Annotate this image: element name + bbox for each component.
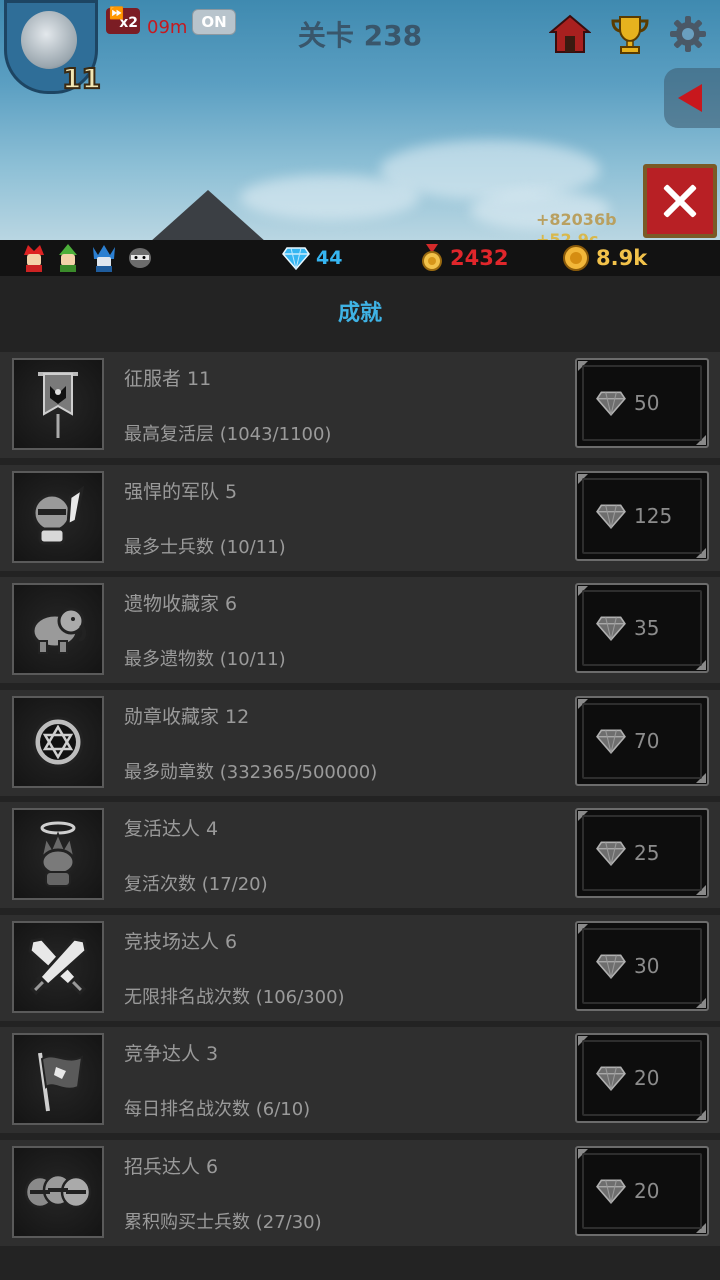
achievement-name: 复活达人 4 <box>124 818 219 840</box>
achievement-progress: 最多士兵数 (10/11) <box>124 536 286 558</box>
stage-title: 关卡 238 <box>297 19 423 52</box>
arrow-left-icon <box>678 84 702 112</box>
trophy-icon[interactable] <box>608 12 652 56</box>
diamond-icon <box>596 391 626 416</box>
achievement-name: 竞技场达人 6 <box>124 930 238 953</box>
diamond-icon <box>596 1178 626 1204</box>
hexagram-medal-icon <box>12 695 104 788</box>
hero-level: 11 <box>61 61 102 96</box>
red-hair-soldier-icon[interactable] <box>20 243 48 273</box>
achievement-progress: 每日排名战次数 (6/10) <box>124 1099 311 1120</box>
achievement-progress: 累积购买士兵数 (27/30) <box>124 1211 322 1233</box>
reward-amount: 20 <box>634 1178 660 1203</box>
mountain <box>150 190 266 240</box>
panel-title: 成就 <box>0 276 720 352</box>
hero-helmet-icon <box>21 11 77 69</box>
banner-icon <box>12 358 104 450</box>
close-button[interactable] <box>643 164 717 238</box>
achievement-row: 招兵达人 6 累积购买士兵数 (27/30) 20 <box>0 1139 720 1253</box>
diamond-icon <box>596 953 626 979</box>
speed-timer: 09m <box>147 17 188 38</box>
claim-reward-button[interactable]: 30 <box>575 920 709 1011</box>
soldier-icon <box>12 470 104 563</box>
reward-amount: 30 <box>634 953 660 978</box>
claim-reward-button[interactable]: 20 <box>575 1033 709 1123</box>
fast-forward-icon: ⏩ <box>109 6 124 20</box>
game-scene: 11 ⏩ x2 09m ON 关卡 238 +82036b <box>0 0 720 240</box>
side-panel-toggle[interactable] <box>664 68 720 128</box>
achievement-row: 复活达人 4 复活次数 (17/20) 25 <box>0 802 720 915</box>
resource-bar: 44 2432 8.9k <box>0 240 720 276</box>
reward-amount: 35 <box>634 616 660 640</box>
gear-icon[interactable] <box>666 12 710 56</box>
achievement-progress: 复活次数 (17/20) <box>124 874 268 895</box>
flag-icon <box>12 1033 104 1125</box>
diamond-icon <box>596 503 626 529</box>
blue-knight-icon[interactable] <box>90 243 118 273</box>
achievement-name: 勋章收藏家 12 <box>124 705 250 728</box>
achievement-row: 强悍的军队 5 最多士兵数 (10/11) 125 <box>0 464 720 578</box>
claim-reward-button[interactable]: 35 <box>575 583 709 673</box>
medal-count: 2432 <box>450 246 509 270</box>
claim-reward-button[interactable]: 50 <box>575 358 709 448</box>
gold-counter: 8.9k <box>562 244 647 272</box>
diamond-icon <box>596 1066 626 1091</box>
achievement-progress: 最多遗物数 (10/11) <box>124 649 286 670</box>
speed-toggle[interactable]: ON <box>192 9 236 35</box>
achievement-name: 遗物收藏家 6 <box>124 593 238 615</box>
claim-reward-button[interactable]: 20 <box>575 1145 709 1236</box>
claim-reward-button[interactable]: 70 <box>575 695 709 786</box>
achievement-row: 征服者 11 最高复活层 (1043/1100) 50 <box>0 352 720 465</box>
medal-counter: 2432 <box>420 244 508 272</box>
claim-reward-button[interactable]: 25 <box>575 808 709 898</box>
gold-coin-icon <box>563 245 589 271</box>
achievement-row: 遗物收藏家 6 最多遗物数 (10/11) 35 <box>0 577 720 690</box>
halo-hero-icon <box>12 808 104 900</box>
medal-icon <box>422 244 442 271</box>
diamond-icon <box>596 728 626 754</box>
achievement-progress: 无限排名战次数 (106/300) <box>124 986 345 1008</box>
achievement-list: 征服者 11 最高复活层 (1043/1100) 50 强悍的军队 5 最多士兵… <box>0 352 720 1252</box>
achievement-row: 勋章收藏家 12 最多勋章数 (332365/500000) 70 <box>0 689 720 803</box>
soldier-group-icon <box>12 1145 104 1238</box>
gold-count: 8.9k <box>596 246 648 270</box>
achievement-row: 竞技场达人 6 无限排名战次数 (106/300) 30 <box>0 914 720 1028</box>
gem-count: 44 <box>316 247 343 269</box>
achievement-name: 征服者 11 <box>124 368 212 390</box>
reward-amount: 50 <box>634 391 660 415</box>
house-icon[interactable] <box>548 12 592 56</box>
reward-amount: 25 <box>634 841 660 865</box>
gem-counter: 44 <box>282 244 342 272</box>
green-hat-soldier-icon[interactable] <box>54 243 82 273</box>
achievement-name: 强悍的军队 5 <box>124 480 238 503</box>
ninja-icon[interactable] <box>126 243 154 273</box>
floating-damage: +82036b <box>536 210 617 229</box>
achievement-name: 竞争达人 3 <box>124 1043 219 1065</box>
claim-reward-button[interactable]: 125 <box>575 470 709 561</box>
achievement-name: 招兵达人 6 <box>124 1155 219 1178</box>
speed-boost-badge[interactable]: ⏩ x2 <box>106 6 140 34</box>
achievement-row: 竞争达人 3 每日排名战次数 (6/10) 20 <box>0 1027 720 1140</box>
reward-amount: 20 <box>634 1066 660 1090</box>
cloud <box>240 175 420 220</box>
elephant-relic-icon <box>12 583 104 675</box>
crossed-swords-icon <box>12 920 104 1013</box>
achievement-progress: 最高复活层 (1043/1100) <box>124 424 332 445</box>
diamond-icon <box>596 616 626 641</box>
reward-amount: 125 <box>634 503 673 528</box>
achievement-progress: 最多勋章数 (332365/500000) <box>124 761 378 783</box>
reward-amount: 70 <box>634 728 660 753</box>
diamond-icon <box>596 841 626 866</box>
diamond-icon <box>282 247 310 270</box>
